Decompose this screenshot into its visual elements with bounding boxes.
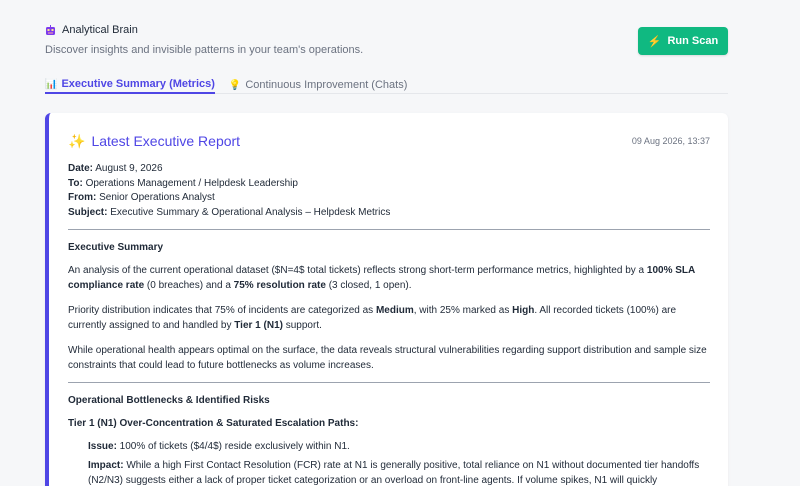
meta-from: From: Senior Operations Analyst	[68, 192, 215, 203]
lightbulb-icon: 💡	[228, 79, 242, 91]
section-heading-executive-summary: Executive Summary	[68, 242, 164, 253]
divider	[68, 229, 710, 230]
report-timestamp: 09 Aug 2026, 13:37	[631, 136, 710, 146]
report-title-text: Latest Executive Report	[91, 133, 241, 149]
brand: Analytical Brain	[45, 24, 728, 36]
bar-chart-icon: 📊	[45, 78, 58, 90]
meta-date: Date: August 9, 2026	[68, 163, 163, 174]
page-subtitle: Discover insights and invisible patterns…	[45, 44, 364, 56]
brain-robot-icon	[45, 24, 56, 36]
divider	[68, 382, 710, 383]
tab-executive-summary[interactable]: 📊 Executive Summary (Metrics)	[45, 76, 215, 94]
tab-label: Executive Summary (Metrics)	[61, 78, 215, 90]
report-title: ✨ Latest Executive Report	[68, 133, 240, 150]
report-header: ✨ Latest Executive Report 09 Aug 2026, 1…	[68, 133, 710, 150]
lightning-icon: ⚡	[647, 35, 662, 48]
impact-paragraph: Impact: While a high First Contact Resol…	[88, 460, 700, 486]
executive-report-card: ✨ Latest Executive Report 09 Aug 2026, 1…	[45, 113, 728, 486]
issue-paragraph: Issue: 100% of tickets ($4/4$) reside ex…	[88, 441, 350, 452]
tab-label: Continuous Improvement (Chats)	[245, 79, 408, 91]
meta-to: To: Operations Management / Helpdesk Lea…	[68, 177, 298, 189]
summary-paragraph-2: Priority distribution indicates that 75%…	[68, 305, 677, 331]
sparkles-icon: ✨	[68, 132, 86, 149]
brand-title: Analytical Brain	[62, 24, 138, 36]
report-tabs: 📊 Executive Summary (Metrics) 💡 Continuo…	[45, 76, 728, 94]
run-scan-button[interactable]: ⚡ Run Scan	[638, 27, 728, 55]
subsection-heading-tier1: Tier 1 (N1) Over-Concentration & Saturat…	[68, 418, 359, 429]
page-header: Analytical Brain Discover insights and i…	[45, 24, 728, 64]
meta-subject: Subject: Executive Summary & Operational…	[68, 206, 391, 218]
run-scan-label: Run Scan	[667, 35, 719, 47]
tab-continuous-improvement[interactable]: 💡 Continuous Improvement (Chats)	[229, 76, 407, 94]
summary-paragraph-1: An analysis of the current operational d…	[68, 265, 695, 291]
section-heading-bottlenecks: Operational Bottlenecks & Identified Ris…	[68, 395, 270, 406]
summary-paragraph-3: While operational health appears optimal…	[68, 345, 707, 371]
report-meta: Date: August 9, 2026 To: Operations Mana…	[68, 162, 710, 220]
